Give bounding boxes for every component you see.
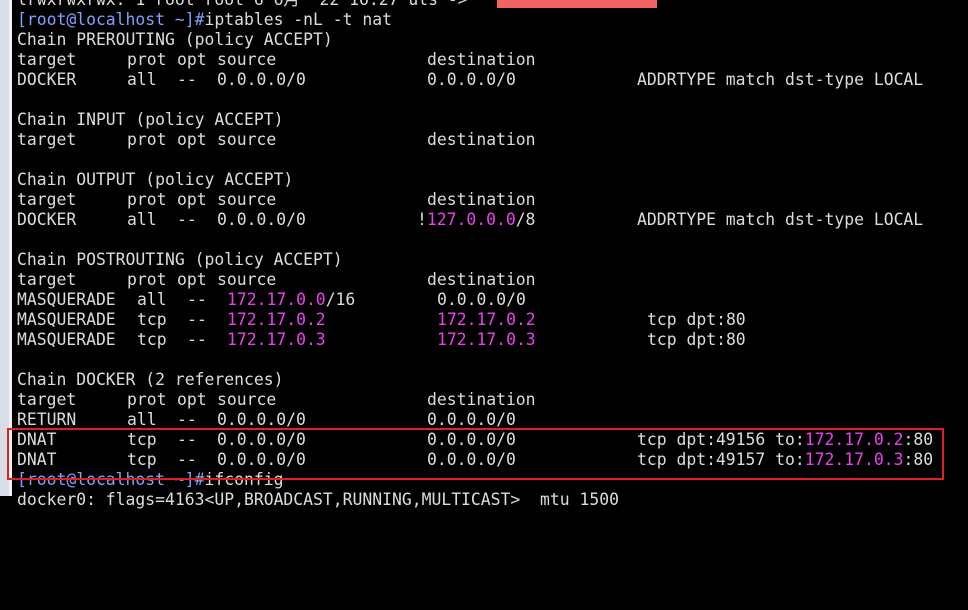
table-row: RETURN all -- 0.0.0.0/0 0.0.0.0/0 xyxy=(17,410,516,429)
column-header: target prot opt source destination xyxy=(17,190,536,209)
chain-header: Chain PREROUTING (policy ACCEPT) xyxy=(17,30,333,49)
table-row: MASQUERADE tcp -- 172.17.0.2 172.17.0.2 … xyxy=(17,310,746,329)
column-header: target prot opt source destination xyxy=(17,390,536,409)
command-line: [root@localhost ~]#iptables -nL -t nat xyxy=(17,10,968,30)
redaction-box xyxy=(497,0,658,8)
chain-header: Chain OUTPUT (policy ACCEPT) xyxy=(17,170,294,189)
table-row: MASQUERADE tcp -- 172.17.0.3 172.17.0.3 … xyxy=(17,330,746,349)
table-row: DOCKER all -- 0.0.0.0/0 !127.0.0.0/8 ADD… xyxy=(17,210,924,229)
chain-header: Chain DOCKER (2 references) xyxy=(17,370,284,389)
column-header: target prot opt source destination xyxy=(17,50,536,69)
table-row: MASQUERADE all -- 172.17.0.0/16 0.0.0.0/… xyxy=(17,290,526,309)
command-text: iptables -nL -t nat xyxy=(204,10,393,29)
column-header: target prot opt source destination xyxy=(17,130,536,149)
chain-header: Chain POSTROUTING (policy ACCEPT) xyxy=(17,250,343,269)
highlight-box xyxy=(7,428,944,480)
column-header: target prot opt source destination xyxy=(17,270,536,289)
chain-header: Chain INPUT (policy ACCEPT) xyxy=(17,110,284,129)
table-row: DOCKER all -- 0.0.0.0/0 0.0.0.0/0 ADDRTY… xyxy=(17,70,924,89)
shell-prompt: [root@localhost ~]# xyxy=(17,10,205,29)
partial-bottom-line: docker0: flags=4163<UP,BROADCAST,RUNNING… xyxy=(17,490,619,509)
window-left-edge xyxy=(0,0,12,496)
partial-top-line: lrwxrwxrwx. 1 root root 6 6月 22 16:27 ut… xyxy=(17,0,968,10)
